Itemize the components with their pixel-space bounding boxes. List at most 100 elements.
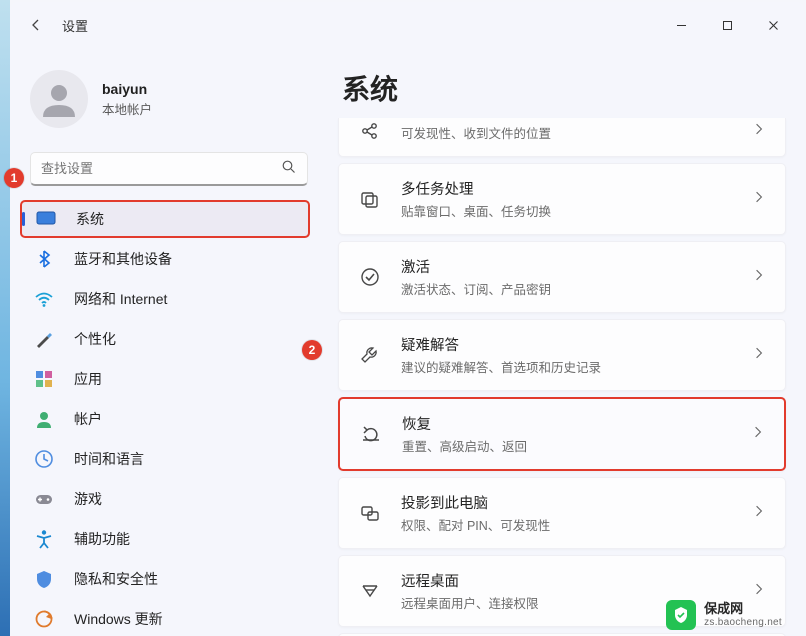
search-input[interactable] (30, 152, 308, 186)
maximize-icon (722, 20, 733, 31)
card-subtitle: 权限、配对 PIN、可发现性 (401, 515, 550, 534)
settings-card-recovery[interactable]: 恢复重置、高级启动、返回 (338, 397, 786, 471)
content: 系统 可发现性、收到文件的位置多任务处理贴靠窗口、桌面、任务切换激活激活状态、订… (320, 48, 804, 636)
watermark-badge-icon (666, 600, 696, 630)
sidebar-item-brush[interactable]: 个性化 (20, 320, 310, 358)
card-text: 可发现性、收到文件的位置 (401, 121, 551, 142)
sidebar-item-clock[interactable]: 时间和语言 (20, 440, 310, 478)
card-title: 疑难解答 (401, 334, 601, 355)
sidebar-item-label: 应用 (74, 369, 102, 389)
settings-window: 设置 baiyun (10, 2, 804, 636)
cards: 可发现性、收到文件的位置多任务处理贴靠窗口、桌面、任务切换激活激活状态、订阅、产… (338, 118, 786, 636)
arrow-left-icon (28, 17, 44, 33)
clock-icon (32, 447, 56, 471)
project-icon (357, 500, 383, 526)
card-subtitle: 贴靠窗口、桌面、任务切换 (401, 201, 551, 220)
card-text: 激活激活状态、订阅、产品密钥 (401, 256, 551, 298)
sidebar-item-apps[interactable]: 应用 (20, 360, 310, 398)
settings-card-share[interactable]: 可发现性、收到文件的位置 (338, 118, 786, 157)
annotation-callout-2: 2 (302, 340, 322, 360)
window-controls (658, 9, 796, 41)
sidebar-item-gamepad[interactable]: 游戏 (20, 480, 310, 518)
sidebar-item-label: 游戏 (74, 489, 102, 509)
sidebar-item-label: 帐户 (74, 409, 102, 429)
card-subtitle: 激活状态、订阅、产品密钥 (401, 279, 551, 298)
sidebar-item-label: 系统 (76, 209, 104, 229)
chevron-right-icon (751, 343, 767, 368)
sidebar-item-update[interactable]: Windows 更新 (20, 600, 310, 636)
person-silhouette-icon (37, 77, 81, 121)
card-text: 恢复重置、高级启动、返回 (402, 413, 527, 455)
card-title: 远程桌面 (401, 570, 539, 591)
sidebar-item-shield[interactable]: 隐私和安全性 (20, 560, 310, 598)
user-name: baiyun (102, 81, 152, 97)
sidebar-item-label: 时间和语言 (74, 449, 144, 469)
close-icon (768, 20, 779, 31)
card-subtitle: 重置、高级启动、返回 (402, 436, 527, 455)
chevron-right-icon (750, 422, 766, 447)
sidebar-item-bluetooth[interactable]: 蓝牙和其他设备 (20, 240, 310, 278)
chevron-right-icon (751, 265, 767, 290)
sidebar-item-label: Windows 更新 (74, 609, 163, 629)
check-circle-icon (357, 264, 383, 290)
card-subtitle: 可发现性、收到文件的位置 (401, 123, 551, 142)
chevron-right-icon (751, 119, 767, 144)
user-account-type: 本地帐户 (102, 99, 152, 118)
sidebar-item-label: 隐私和安全性 (74, 569, 158, 589)
multitask-icon (357, 186, 383, 212)
chevron-right-icon (751, 187, 767, 212)
user-block[interactable]: baiyun 本地帐户 (20, 60, 320, 146)
minimize-icon (676, 20, 687, 31)
annotation-callout-1: 1 (4, 168, 24, 188)
person-icon (32, 407, 56, 431)
close-button[interactable] (750, 9, 796, 41)
card-text: 疑难解答建议的疑难解答、首选项和历史记录 (401, 334, 601, 376)
card-subtitle: 建议的疑难解答、首选项和历史记录 (401, 357, 601, 376)
card-title: 投影到此电脑 (401, 492, 550, 513)
remote-icon (357, 578, 383, 604)
shield-icon (32, 567, 56, 591)
update-icon (32, 607, 56, 631)
monitor-icon (34, 207, 58, 231)
wrench-icon (357, 342, 383, 368)
titlebar: 设置 (10, 2, 804, 48)
card-subtitle: 远程桌面用户、连接权限 (401, 593, 539, 612)
settings-card-multitask[interactable]: 多任务处理贴靠窗口、桌面、任务切换 (338, 163, 786, 235)
brush-icon (32, 327, 56, 351)
sidebar-item-label: 辅助功能 (74, 529, 130, 549)
settings-card-project[interactable]: 投影到此电脑权限、配对 PIN、可发现性 (338, 477, 786, 549)
card-title: 恢复 (402, 413, 527, 434)
watermark: 保成网 zs.baocheng.net (666, 600, 782, 630)
card-text: 投影到此电脑权限、配对 PIN、可发现性 (401, 492, 550, 534)
share-icon (357, 118, 383, 144)
wifi-icon (32, 287, 56, 311)
accessibility-icon (32, 527, 56, 551)
card-title: 激活 (401, 256, 551, 277)
watermark-brand: 保成网 (704, 602, 782, 616)
card-text: 远程桌面远程桌面用户、连接权限 (401, 570, 539, 612)
card-title: 多任务处理 (401, 178, 551, 199)
search-wrap (30, 152, 308, 186)
gamepad-icon (32, 487, 56, 511)
sidebar: baiyun 本地帐户 系统蓝牙和其他设备网络和 Internet 个性化应用帐户… (10, 48, 320, 636)
settings-card-check-circle[interactable]: 激活激活状态、订阅、产品密钥 (338, 241, 786, 313)
apps-icon (32, 367, 56, 391)
card-text: 多任务处理贴靠窗口、桌面、任务切换 (401, 178, 551, 220)
sidebar-item-monitor[interactable]: 系统 (20, 200, 310, 238)
back-button[interactable] (18, 7, 54, 43)
avatar (30, 70, 88, 128)
sidebar-item-accessibility[interactable]: 辅助功能 (20, 520, 310, 558)
settings-card-wrench[interactable]: 疑难解答建议的疑难解答、首选项和历史记录 (338, 319, 786, 391)
sidebar-item-person[interactable]: 帐户 (20, 400, 310, 438)
sidebar-item-label: 蓝牙和其他设备 (74, 249, 172, 269)
minimize-button[interactable] (658, 9, 704, 41)
window-title: 设置 (62, 16, 88, 35)
sidebar-item-label: 网络和 Internet (74, 289, 167, 309)
page-title: 系统 (342, 68, 786, 108)
recovery-icon (358, 421, 384, 447)
watermark-url: zs.baocheng.net (704, 617, 782, 628)
chevron-right-icon (751, 501, 767, 526)
bluetooth-icon (32, 247, 56, 271)
maximize-button[interactable] (704, 9, 750, 41)
sidebar-item-wifi[interactable]: 网络和 Internet (20, 280, 310, 318)
